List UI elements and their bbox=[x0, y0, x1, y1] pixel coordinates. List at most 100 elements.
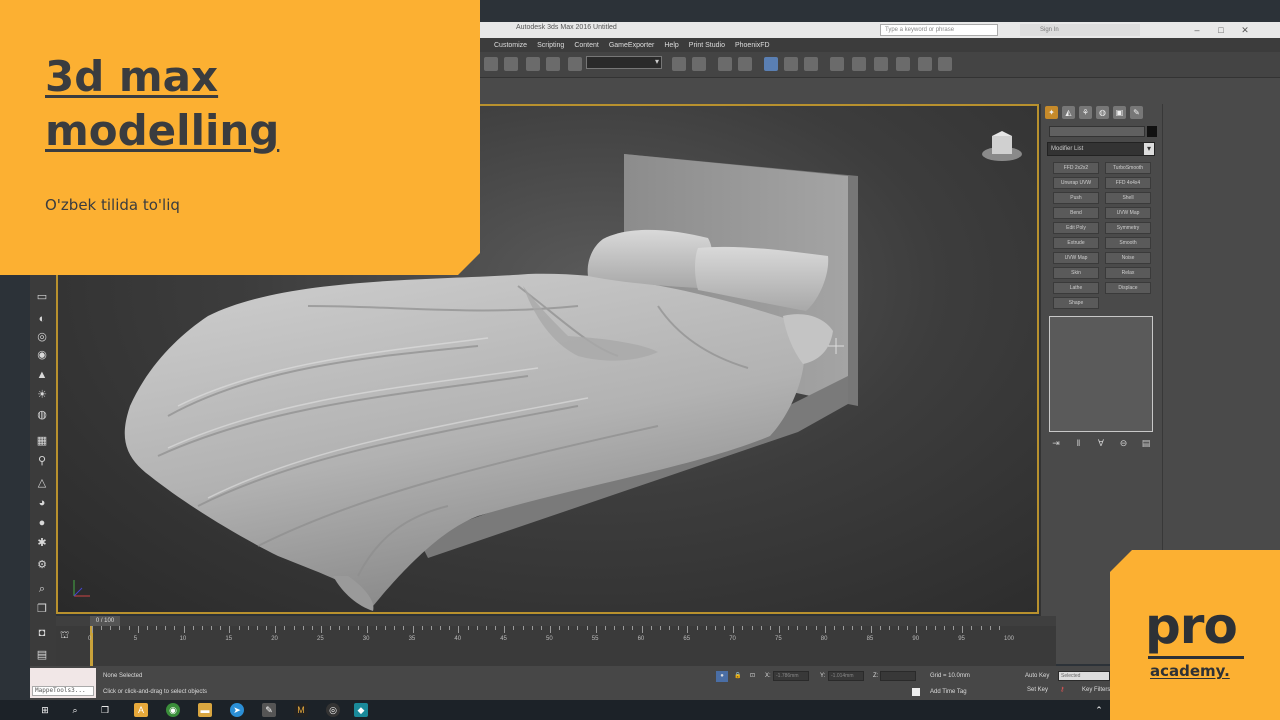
render-iterative-icon[interactable] bbox=[896, 57, 910, 71]
cylinder-icon[interactable]: ◎ bbox=[34, 330, 50, 344]
search-icon[interactable]: ⌕ bbox=[68, 703, 82, 717]
timeline-track[interactable]: 0 5 10 15 20 25 30 35 40 45 50 55 60 65 70 75 80 85 90 95 10… bbox=[56, 626, 1056, 666]
minimize-icon[interactable]: – bbox=[1190, 24, 1204, 36]
lock-selection-icon[interactable]: 🔒 bbox=[734, 672, 741, 679]
set-key-icon[interactable]: ⚷ bbox=[1060, 686, 1064, 693]
render-production-icon[interactable] bbox=[874, 57, 888, 71]
system-tray-icon[interactable]: ⌃ bbox=[1092, 703, 1106, 717]
pyramid-icon[interactable]: △ bbox=[34, 476, 50, 490]
material-editor-icon[interactable] bbox=[804, 57, 818, 71]
menu-gameexporter[interactable]: GameExporter bbox=[609, 42, 655, 49]
object-name-field[interactable] bbox=[1049, 126, 1145, 137]
y-coordinate-field[interactable]: -1.014mm bbox=[828, 671, 864, 681]
magnify-icon[interactable]: ⌕ bbox=[34, 582, 50, 596]
maxscript-listener[interactable]: MappeTools3... bbox=[30, 668, 96, 698]
layer-explorer-icon[interactable] bbox=[718, 57, 732, 71]
modifier-list-dropdown[interactable]: Modifier List bbox=[1047, 142, 1155, 156]
obs-icon[interactable]: ◎ bbox=[326, 703, 340, 717]
sphere-icon[interactable]: ◐ bbox=[34, 312, 50, 326]
x-coordinate-field[interactable]: -1.786mm bbox=[773, 671, 809, 681]
menu-scripting[interactable]: Scripting bbox=[537, 42, 564, 49]
max-app-icon[interactable]: M bbox=[294, 703, 308, 717]
maxscript-input[interactable]: MappeTools3... bbox=[32, 686, 94, 696]
remove-modifier-icon[interactable]: ⊖ bbox=[1117, 438, 1131, 450]
curve-editor-icon[interactable] bbox=[764, 57, 778, 71]
pin-stack-icon[interactable]: ⇥ bbox=[1049, 438, 1063, 450]
render-online-icon[interactable] bbox=[918, 57, 932, 71]
teapot-icon[interactable]: ● bbox=[34, 516, 50, 530]
snap-toggle-icon[interactable] bbox=[484, 57, 498, 71]
modifier-button[interactable]: Displace bbox=[1105, 282, 1151, 294]
geosphere-icon[interactable]: ◍ bbox=[34, 408, 50, 422]
modifier-button[interactable]: Smooth bbox=[1105, 237, 1151, 249]
toggle-ribbon-icon[interactable] bbox=[738, 57, 752, 71]
grid-helper-icon[interactable]: ▦ bbox=[34, 434, 50, 448]
app-icon[interactable]: A bbox=[134, 703, 148, 717]
modifier-button[interactable]: UVW Map bbox=[1053, 252, 1099, 264]
camera-icon[interactable]: ◘ bbox=[34, 626, 50, 640]
telegram-icon[interactable]: ➤ bbox=[230, 703, 244, 717]
spinner-snap-icon[interactable] bbox=[546, 57, 560, 71]
isolate-selection-icon[interactable]: ● bbox=[716, 671, 728, 682]
task-view-icon[interactable]: ❐ bbox=[98, 703, 112, 717]
modifier-button[interactable]: Skin bbox=[1053, 267, 1099, 279]
absolute-mode-icon[interactable]: ⊡ bbox=[750, 672, 755, 679]
particle-icon[interactable]: ✱ bbox=[34, 536, 50, 550]
chrome-icon[interactable]: ◉ bbox=[166, 703, 180, 717]
cone-icon[interactable]: ▲ bbox=[34, 368, 50, 382]
modifier-button[interactable]: Bend bbox=[1053, 207, 1099, 219]
folder-icon[interactable]: ▬ bbox=[198, 703, 212, 717]
modifier-button[interactable]: Edit Poly bbox=[1053, 222, 1099, 234]
bone-icon[interactable]: ⚲ bbox=[34, 454, 50, 468]
key-mode-dropdown[interactable]: Selected bbox=[1058, 671, 1110, 681]
modifier-button[interactable]: Unwrap UVW bbox=[1053, 177, 1099, 189]
display-tab-icon[interactable]: ▣ bbox=[1113, 106, 1126, 119]
modifier-button[interactable]: Noise bbox=[1105, 252, 1151, 264]
create-tab-icon[interactable]: ✦ bbox=[1045, 106, 1058, 119]
add-time-tag[interactable]: Add Time Tag bbox=[930, 689, 967, 695]
menu-customize[interactable]: Customize bbox=[494, 42, 527, 49]
torus-icon[interactable]: ◉ bbox=[34, 348, 50, 362]
paint-icon[interactable]: ✎ bbox=[262, 703, 276, 717]
angle-snap-icon[interactable] bbox=[504, 57, 518, 71]
modifier-button[interactable]: Shape bbox=[1053, 297, 1099, 309]
globe-icon[interactable]: ◕ bbox=[34, 496, 50, 510]
object-color-swatch[interactable] bbox=[1147, 126, 1157, 137]
menu-content[interactable]: Content bbox=[574, 42, 599, 49]
frame-counter[interactable]: 0 / 100 bbox=[90, 616, 120, 626]
set-key-button[interactable]: Set Key bbox=[1027, 687, 1048, 693]
box-icon[interactable]: ▭ bbox=[34, 290, 50, 304]
edit-named-selection-icon[interactable] bbox=[568, 57, 582, 71]
modifier-button[interactable]: Extrude bbox=[1053, 237, 1099, 249]
modifier-button[interactable]: FFD 4x4x4 bbox=[1105, 177, 1151, 189]
hierarchy-tab-icon[interactable]: ⚘ bbox=[1079, 106, 1092, 119]
modify-tab-icon[interactable]: ◭ bbox=[1062, 106, 1075, 119]
named-selection-dropdown[interactable] bbox=[586, 56, 662, 69]
modifier-button[interactable]: UVW Map bbox=[1105, 207, 1151, 219]
mirror-icon[interactable] bbox=[672, 57, 686, 71]
dynamics-icon[interactable]: ⚙ bbox=[34, 558, 50, 572]
close-icon[interactable]: ✕ bbox=[1238, 24, 1252, 36]
auto-key-button[interactable]: Auto Key bbox=[1025, 673, 1049, 679]
menu-print-studio[interactable]: Print Studio bbox=[689, 42, 725, 49]
percent-snap-icon[interactable] bbox=[526, 57, 540, 71]
z-coordinate-field[interactable] bbox=[880, 671, 916, 681]
scene-explorer-icon[interactable]: ▤ bbox=[34, 648, 50, 662]
modifier-button[interactable]: Symmetry bbox=[1105, 222, 1151, 234]
modifier-button[interactable]: FFD 2x2x2 bbox=[1053, 162, 1099, 174]
utilities-tab-icon[interactable]: ✎ bbox=[1130, 106, 1143, 119]
schematic-view-icon[interactable] bbox=[784, 57, 798, 71]
modifier-button[interactable]: Shell bbox=[1105, 192, 1151, 204]
menu-phoenixfd[interactable]: PhoenixFD bbox=[735, 42, 770, 49]
modifier-button[interactable]: Relax bbox=[1105, 267, 1151, 279]
modifier-button[interactable]: Lathe bbox=[1053, 282, 1099, 294]
3dsmax-icon[interactable]: ◆ bbox=[354, 703, 368, 717]
motion-tab-icon[interactable]: ◍ bbox=[1096, 106, 1109, 119]
time-slider[interactable]: 0 / 100 bbox=[56, 616, 1056, 626]
modifier-button[interactable]: Push bbox=[1053, 192, 1099, 204]
windows-start-icon[interactable]: ⊞ bbox=[38, 703, 52, 717]
view-cube-icon[interactable] bbox=[980, 130, 1024, 164]
search-input[interactable]: Type a keyword or phrase bbox=[880, 24, 998, 36]
menu-help[interactable]: Help bbox=[664, 42, 678, 49]
rendered-frame-window-icon[interactable] bbox=[852, 57, 866, 71]
